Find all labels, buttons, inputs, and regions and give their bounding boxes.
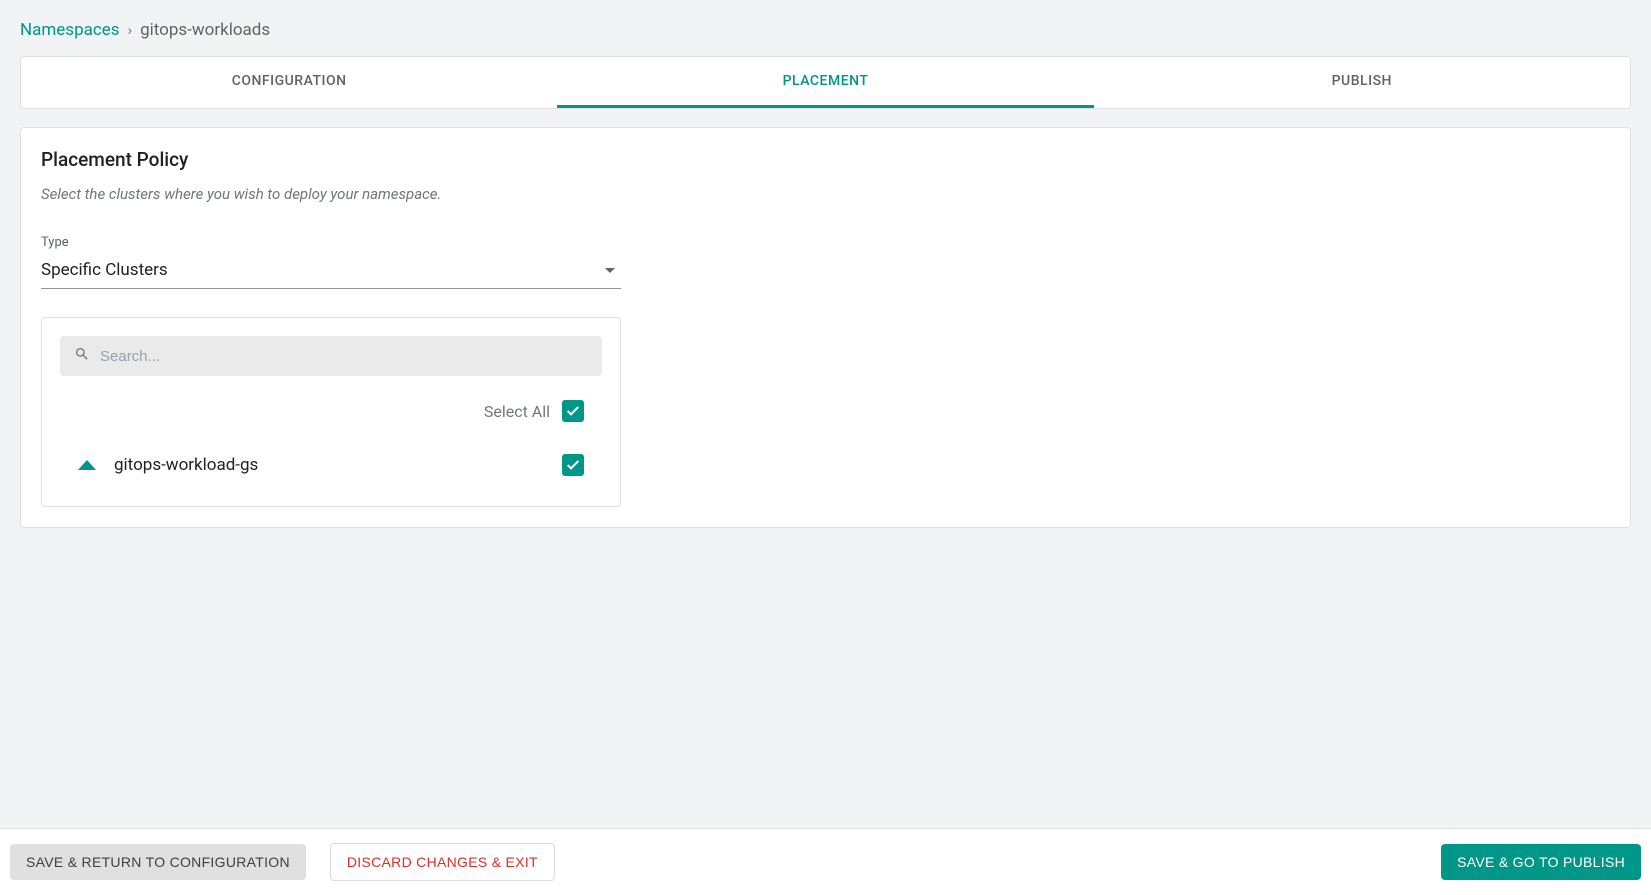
breadcrumb-current: gitops-workloads xyxy=(140,20,270,40)
expand-icon[interactable] xyxy=(78,460,96,470)
save-go-publish-button[interactable]: SAVE & GO TO PUBLISH xyxy=(1441,844,1641,880)
cluster-name: gitops-workload-gs xyxy=(114,455,258,475)
type-field-label: Type xyxy=(41,235,621,250)
breadcrumb: Namespaces › gitops-workloads xyxy=(20,20,1631,40)
tab-publish[interactable]: PUBLISH xyxy=(1094,57,1630,108)
select-all-label: Select All xyxy=(484,402,550,421)
search-input[interactable] xyxy=(100,348,588,365)
section-subtitle: Select the clusters where you wish to de… xyxy=(41,185,1610,203)
breadcrumb-separator: › xyxy=(128,21,133,39)
chevron-down-icon xyxy=(605,268,615,273)
section-title: Placement Policy xyxy=(41,148,1610,171)
footer-bar: SAVE & RETURN TO CONFIGURATION DISCARD C… xyxy=(0,828,1651,895)
clusters-panel: Select All gitops-workload-gs xyxy=(41,317,621,507)
search-icon xyxy=(74,346,90,366)
type-select[interactable]: Specific Clusters xyxy=(41,254,621,289)
type-field: Type Specific Clusters xyxy=(41,235,621,289)
tab-configuration[interactable]: CONFIGURATION xyxy=(21,57,557,108)
search-box xyxy=(60,336,602,376)
placement-card: Placement Policy Select the clusters whe… xyxy=(20,127,1631,528)
type-select-value: Specific Clusters xyxy=(41,260,168,280)
select-all-checkbox[interactable] xyxy=(562,400,584,422)
discard-button[interactable]: DISCARD CHANGES & EXIT xyxy=(330,843,555,881)
breadcrumb-root-link[interactable]: Namespaces xyxy=(20,20,120,40)
cluster-item: gitops-workload-gs xyxy=(60,454,602,476)
tab-placement[interactable]: PLACEMENT xyxy=(557,57,1093,108)
cluster-checkbox[interactable] xyxy=(562,454,584,476)
tabs: CONFIGURATION PLACEMENT PUBLISH xyxy=(20,56,1631,109)
save-return-button[interactable]: SAVE & RETURN TO CONFIGURATION xyxy=(10,844,306,880)
select-all-row: Select All xyxy=(60,400,602,422)
